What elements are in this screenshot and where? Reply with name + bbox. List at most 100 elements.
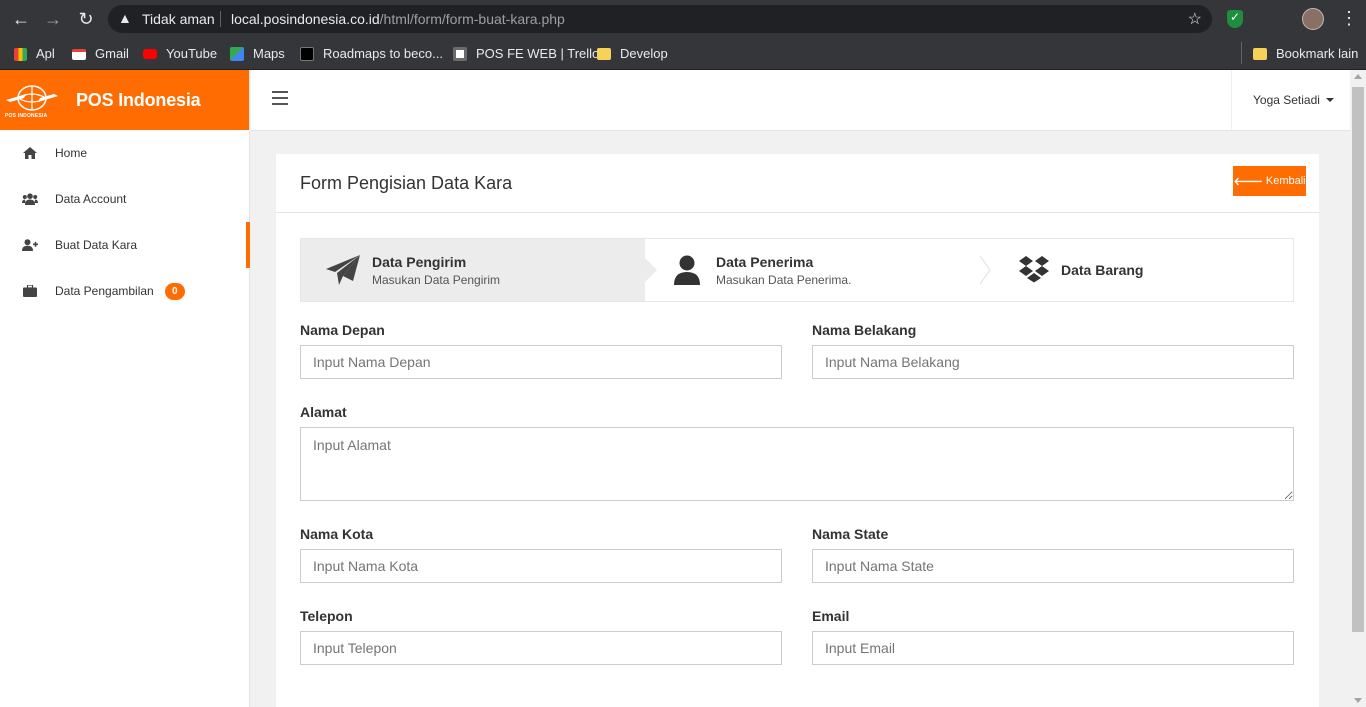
folder-icon bbox=[597, 48, 611, 60]
folder-icon bbox=[1253, 48, 1267, 60]
gmail-icon bbox=[72, 48, 86, 60]
home-icon bbox=[22, 146, 38, 160]
nama-state-label: Nama State bbox=[812, 526, 889, 542]
step-text: Data Pengirim Masukan Data Pengirim bbox=[372, 254, 500, 287]
nama-state-input[interactable] bbox=[812, 549, 1294, 583]
bookmark-develop[interactable]: Develop bbox=[597, 45, 668, 63]
bookmark-roadmaps[interactable]: Roadmaps to beco... bbox=[300, 45, 443, 63]
sidebar-item-label: Data Account bbox=[55, 192, 127, 206]
form-panel: Form Pengisian Data Kara 🡐 Kembali Data … bbox=[276, 154, 1319, 707]
bookmark-youtube[interactable]: YouTube bbox=[143, 45, 217, 63]
scroll-down-icon[interactable] bbox=[1354, 698, 1362, 703]
telepon-input[interactable] bbox=[300, 631, 782, 665]
bookmark-label: Maps bbox=[253, 46, 285, 61]
paper-plane-icon bbox=[325, 254, 361, 286]
url-text: local.posindonesia.co.id/html/form/form-… bbox=[231, 11, 565, 27]
omnibox-divider bbox=[220, 11, 221, 27]
page-scrollbar[interactable] bbox=[1350, 70, 1366, 707]
email-label: Email bbox=[812, 608, 850, 624]
field-nama-depan: Nama Depan bbox=[300, 322, 782, 379]
sidebar-item-data-pengambilan[interactable]: Data Pengambilan 0 bbox=[0, 268, 249, 314]
step-data-penerima[interactable]: Data Penerima Masukan Data Penerima. bbox=[645, 239, 991, 301]
user-icon bbox=[669, 254, 705, 286]
bookmark-other[interactable]: Bookmark lain bbox=[1253, 45, 1358, 63]
field-email: Email bbox=[812, 608, 1294, 665]
back-arrow-icon[interactable]: ← bbox=[10, 8, 32, 30]
brand-header: POS INDONESIA POS Indonesia bbox=[0, 70, 249, 130]
field-telepon: Telepon bbox=[300, 608, 782, 665]
bookmark-trello[interactable]: POS FE WEB | Trello bbox=[453, 45, 599, 63]
bookmark-label: Gmail bbox=[95, 46, 129, 61]
field-nama-kota: Nama Kota bbox=[300, 526, 782, 583]
step-title: Data Barang bbox=[1061, 262, 1144, 278]
bookmark-label: Roadmaps to beco... bbox=[323, 46, 443, 61]
nama-kota-input[interactable] bbox=[300, 549, 782, 583]
shield-extension-icon[interactable] bbox=[1227, 10, 1243, 28]
back-button[interactable]: 🡐 Kembali bbox=[1233, 166, 1306, 196]
step-data-barang[interactable]: Data Barang bbox=[990, 239, 1293, 301]
field-alamat: Alamat bbox=[300, 404, 1294, 501]
bookmark-gmail[interactable]: Gmail bbox=[72, 45, 129, 63]
nama-kota-label: Nama Kota bbox=[300, 526, 374, 542]
user-plus-icon bbox=[22, 238, 38, 252]
profile-avatar[interactable] bbox=[1302, 8, 1324, 30]
page-title: Form Pengisian Data Kara bbox=[300, 173, 513, 193]
logo-text: POS INDONESIA bbox=[5, 113, 48, 119]
step-text: Data Barang bbox=[1061, 262, 1143, 278]
warning-icon: ▲ bbox=[118, 10, 132, 26]
reload-icon[interactable]: ↻ bbox=[75, 8, 97, 30]
roadmap-icon bbox=[300, 47, 314, 61]
bookmark-maps[interactable]: Maps bbox=[230, 45, 285, 63]
alamat-textarea[interactable] bbox=[300, 427, 1294, 501]
panel-header: Form Pengisian Data Kara 🡐 Kembali bbox=[276, 154, 1319, 213]
nama-belakang-input[interactable] bbox=[812, 345, 1294, 379]
field-nama-state: Nama State bbox=[812, 526, 1294, 583]
scroll-up-icon[interactable] bbox=[1354, 74, 1362, 79]
sidebar: POS INDONESIA POS Indonesia Home Data Ac… bbox=[0, 70, 250, 707]
arrow-left-icon: 🡐 bbox=[1233, 176, 1263, 188]
step-subtitle: Masukan Data Penerima. bbox=[716, 272, 852, 287]
email-input[interactable] bbox=[812, 631, 1294, 665]
security-status: Tidak aman bbox=[142, 11, 215, 27]
forward-arrow-icon[interactable]: → bbox=[42, 8, 64, 30]
wizard-steps: Data Pengirim Masukan Data Pengirim Data… bbox=[300, 238, 1294, 302]
apps-grid-icon bbox=[14, 47, 27, 61]
nama-depan-input[interactable] bbox=[300, 345, 782, 379]
step-title: Data Penerima bbox=[716, 253, 814, 270]
bookmark-star-icon[interactable]: ☆ bbox=[1188, 9, 1202, 29]
sidebar-item-buat-data-kara[interactable]: Buat Data Kara bbox=[0, 222, 250, 268]
field-nama-belakang: Nama Belakang bbox=[812, 322, 1294, 379]
bookmark-label: Develop bbox=[620, 46, 668, 61]
sidebar-item-label: Buat Data Kara bbox=[55, 238, 138, 252]
bookmarks-divider bbox=[1241, 42, 1242, 64]
top-navbar: Yoga Setiadi bbox=[251, 70, 1350, 131]
url-path: /html/form/form-buat-kara.php bbox=[379, 11, 565, 27]
hamburger-menu-icon[interactable] bbox=[272, 91, 288, 105]
scrollbar-thumb[interactable] bbox=[1352, 87, 1364, 632]
step-title: Data Pengirim bbox=[372, 253, 467, 270]
step-text: Data Penerima Masukan Data Penerima. bbox=[716, 254, 851, 287]
maps-icon bbox=[230, 47, 244, 61]
step-subtitle: Masukan Data Pengirim bbox=[372, 272, 501, 287]
url-host: local.posindonesia.co.id bbox=[231, 11, 380, 27]
users-icon bbox=[22, 192, 38, 206]
step-data-pengirim[interactable]: Data Pengirim Masukan Data Pengirim bbox=[301, 239, 657, 301]
sidebar-item-label: Data Pengambilan bbox=[55, 284, 154, 298]
bookmark-label: YouTube bbox=[166, 46, 218, 61]
caret-down-icon bbox=[1325, 98, 1334, 102]
briefcase-icon bbox=[22, 284, 38, 298]
bookmark-label: Bookmark lain bbox=[1276, 46, 1359, 61]
nama-belakang-label: Nama Belakang bbox=[812, 322, 917, 338]
bookmarks-bar: Apl Gmail YouTube Maps Roadmaps to beco.… bbox=[0, 38, 1366, 70]
sidebar-item-home[interactable]: Home bbox=[0, 130, 249, 176]
user-dropdown[interactable]: Yoga Setiadi bbox=[1231, 70, 1350, 130]
youtube-icon bbox=[143, 49, 157, 59]
count-badge: 0 bbox=[164, 282, 185, 300]
telepon-label: Telepon bbox=[300, 608, 353, 624]
sidebar-item-data-account[interactable]: Data Account bbox=[0, 176, 249, 222]
bookmark-apps[interactable]: Apl bbox=[14, 45, 55, 63]
browser-menu-icon[interactable]: ⋮ bbox=[1340, 9, 1358, 27]
dropbox-icon bbox=[1018, 254, 1050, 286]
address-bar[interactable]: ▲ Tidak aman local.posindonesia.co.id/ht… bbox=[108, 5, 1212, 33]
alamat-label: Alamat bbox=[300, 404, 347, 420]
